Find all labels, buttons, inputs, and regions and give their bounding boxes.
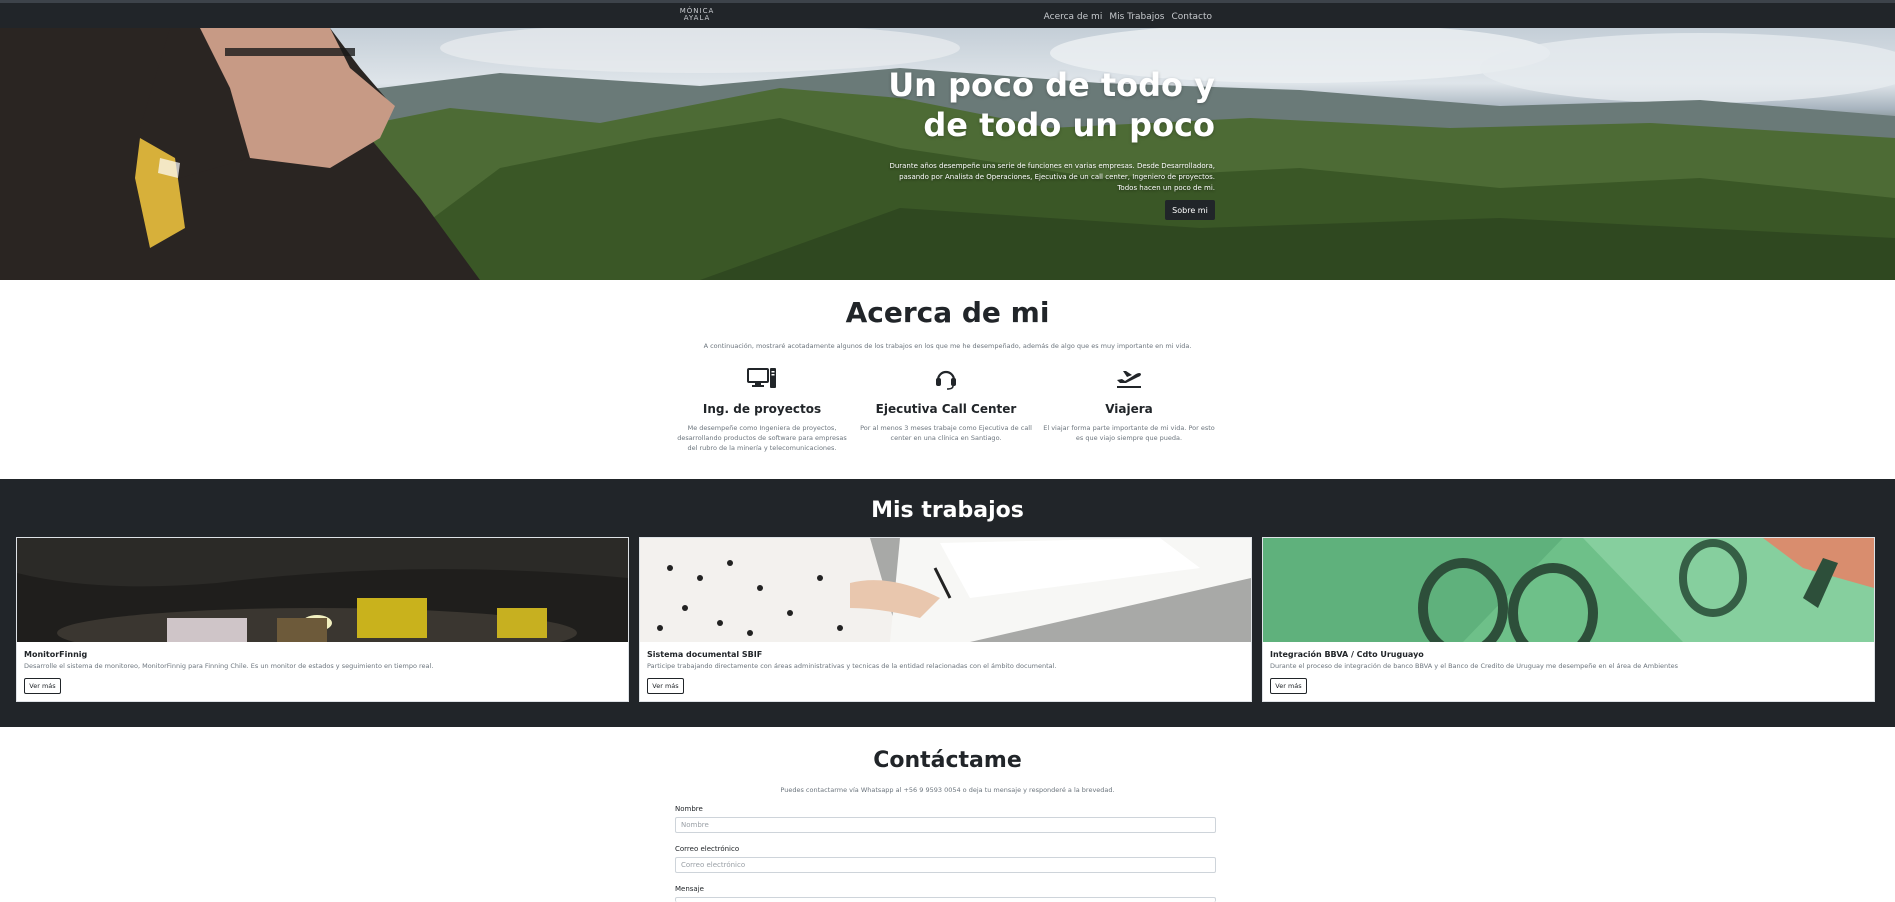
desktop-icon <box>747 368 776 388</box>
work-image-documents <box>640 538 1251 642</box>
email-label: Correo electrónico <box>675 845 740 853</box>
feature-title: Ejecutiva Call Center <box>875 402 1017 416</box>
contact-intro: Puedes contactarme vía Whatsapp al +56 9… <box>780 786 1115 794</box>
hero-section: Un poco de todo y de todo un poco Durant… <box>0 28 1895 280</box>
work-card-text: Participe trabajando directamente con ár… <box>647 662 1057 670</box>
sobre-mi-button[interactable]: Sobre mi <box>1165 200 1215 220</box>
brand-logo[interactable]: MÓNICA AYALA <box>674 8 720 24</box>
about-intro: A continuación, mostraré acotadamente al… <box>703 342 1192 350</box>
nav-link-acerca[interactable]: Acerca de mi <box>1044 12 1103 22</box>
name-label: Nombre <box>675 805 703 813</box>
feature-proyectos: Ing. de proyectos Me desempeñe como Inge… <box>672 366 852 453</box>
work-image-mine <box>17 538 628 642</box>
email-input[interactable] <box>675 857 1216 873</box>
message-textarea[interactable] <box>675 897 1216 902</box>
nav-link-contacto[interactable]: Contacto <box>1171 12 1212 22</box>
work-card-title: MonitorFinnig <box>24 650 88 659</box>
message-label: Mensaje <box>675 885 704 893</box>
feature-title: Ing. de proyectos <box>702 402 822 416</box>
hero-title-line-1: Un poco de todo y <box>888 66 1215 104</box>
work-image-banknotes <box>1263 538 1874 642</box>
ver-mas-button[interactable]: Ver más <box>647 678 684 694</box>
feature-text: Por al menos 3 meses trabaje como Ejecut… <box>860 424 1032 442</box>
logo-line-2: AYALA <box>683 14 711 22</box>
work-card-text: Durante el proceso de integración de ban… <box>1270 662 1679 670</box>
feature-viajera: Viajera El viajar forma parte importante… <box>1039 366 1219 443</box>
work-card-monitor: MonitorFinnig Desarrolle el sistema de m… <box>16 537 629 702</box>
feature-title: Viajera <box>1105 402 1153 416</box>
ver-mas-button[interactable]: Ver más <box>24 678 61 694</box>
work-card-title: Integración BBVA / Cdto Uruguayo <box>1270 650 1424 659</box>
headset-icon <box>936 370 956 390</box>
feature-call-center: Ejecutiva Call Center Por al menos 3 mes… <box>856 366 1036 443</box>
feature-text: El viajar forma parte importante de mi v… <box>1043 424 1215 442</box>
works-title: Mis trabajos <box>871 498 1024 523</box>
plane-departure-icon <box>1117 371 1141 388</box>
hero-title: Un poco de todo y de todo un poco <box>795 65 1215 145</box>
hero-description: Durante años desempeñe una serie de func… <box>889 162 1215 192</box>
about-title: Acerca de mi <box>845 296 1050 329</box>
work-card-sbif: Sistema documental SBIF Participe trabaj… <box>639 537 1252 702</box>
nav-link-trabajos[interactable]: Mis Trabajos <box>1109 12 1164 22</box>
ver-mas-button[interactable]: Ver más <box>1270 678 1307 694</box>
nav-links: Acerca de mi Mis Trabajos Contacto <box>1044 12 1212 22</box>
navbar: MÓNICA AYALA Acerca de mi Mis Trabajos C… <box>0 0 1895 28</box>
contact-title: Contáctame <box>873 748 1022 773</box>
hero-title-line-2: de todo un poco <box>923 106 1215 144</box>
work-card-bbva: Integración BBVA / Cdto Uruguayo Durante… <box>1262 537 1875 702</box>
feature-text: Me desempeñe como Ingeniera de proyectos… <box>677 424 847 452</box>
works-section: Mis trabajos MonitorFinnig Desarrolle el… <box>0 479 1895 727</box>
name-input[interactable] <box>675 817 1216 833</box>
work-card-title: Sistema documental SBIF <box>647 650 763 659</box>
work-card-text: Desarrolle el sistema de monitoreo, Moni… <box>24 662 434 670</box>
